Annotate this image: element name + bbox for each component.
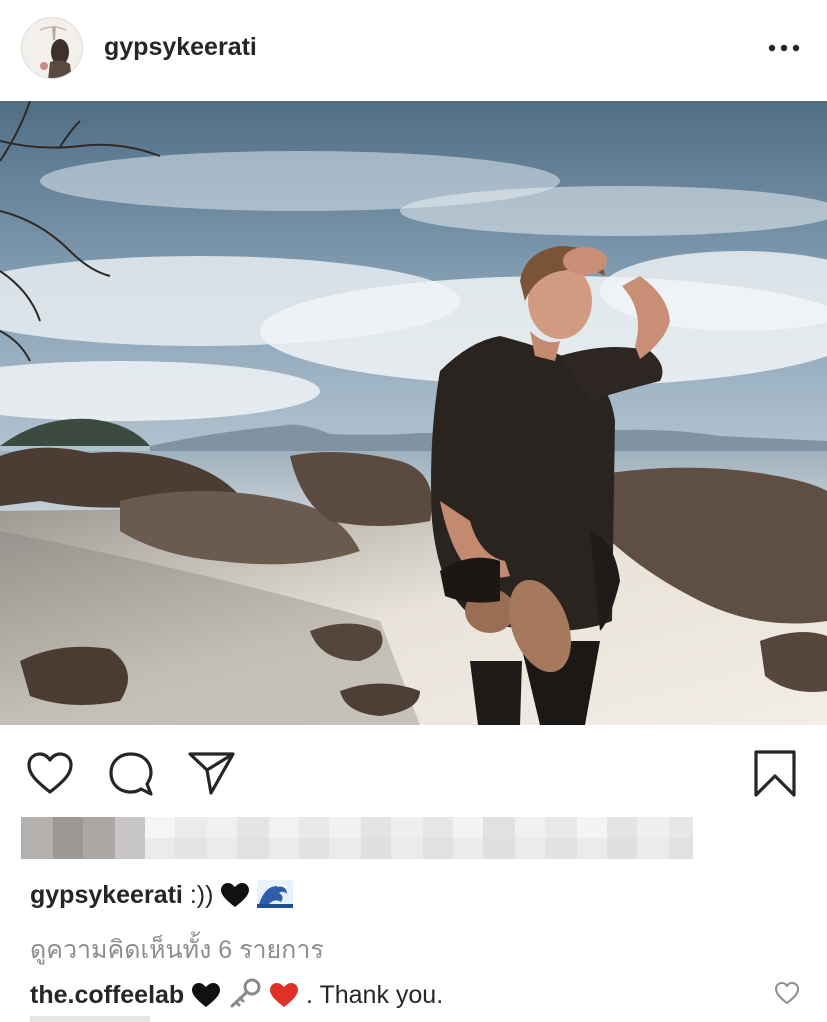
- post-header: gypsykeerati: [0, 0, 827, 100]
- comment-bubble-icon[interactable]: [107, 751, 155, 802]
- comment-text: . Thank you.: [306, 981, 444, 1009]
- post-photo[interactable]: [0, 101, 827, 725]
- like-heart-icon[interactable]: [26, 751, 74, 800]
- action-bar: [0, 726, 827, 816]
- red-heart-emoji-icon: [269, 982, 299, 1015]
- more-options-icon[interactable]: [764, 38, 804, 58]
- black-heart-emoji-icon: [191, 982, 221, 1015]
- post-caption: gypsykeerati :)): [30, 880, 294, 915]
- bookmark-icon[interactable]: [752, 749, 798, 804]
- likes-summary-redacted: [21, 817, 693, 859]
- share-paper-plane-icon[interactable]: [187, 750, 237, 801]
- avatar[interactable]: [21, 17, 83, 79]
- wave-emoji-icon: [257, 880, 294, 915]
- caption-text: :)): [189, 881, 214, 909]
- comment-username[interactable]: the.coffeelab: [30, 981, 184, 1009]
- comment-like-heart-icon[interactable]: [774, 981, 800, 1010]
- key-emoji-icon: [228, 978, 262, 1015]
- next-comment-partial: [30, 1016, 150, 1022]
- black-heart-emoji-icon: [220, 882, 250, 915]
- post-username[interactable]: gypsykeerati: [104, 33, 257, 62]
- caption-username[interactable]: gypsykeerati: [30, 881, 183, 909]
- comment-item: the.coffeelab . Thank you.: [30, 978, 443, 1015]
- view-all-comments-link[interactable]: ดูความคิดเห็นทั้ง 6 รายการ: [30, 930, 324, 970]
